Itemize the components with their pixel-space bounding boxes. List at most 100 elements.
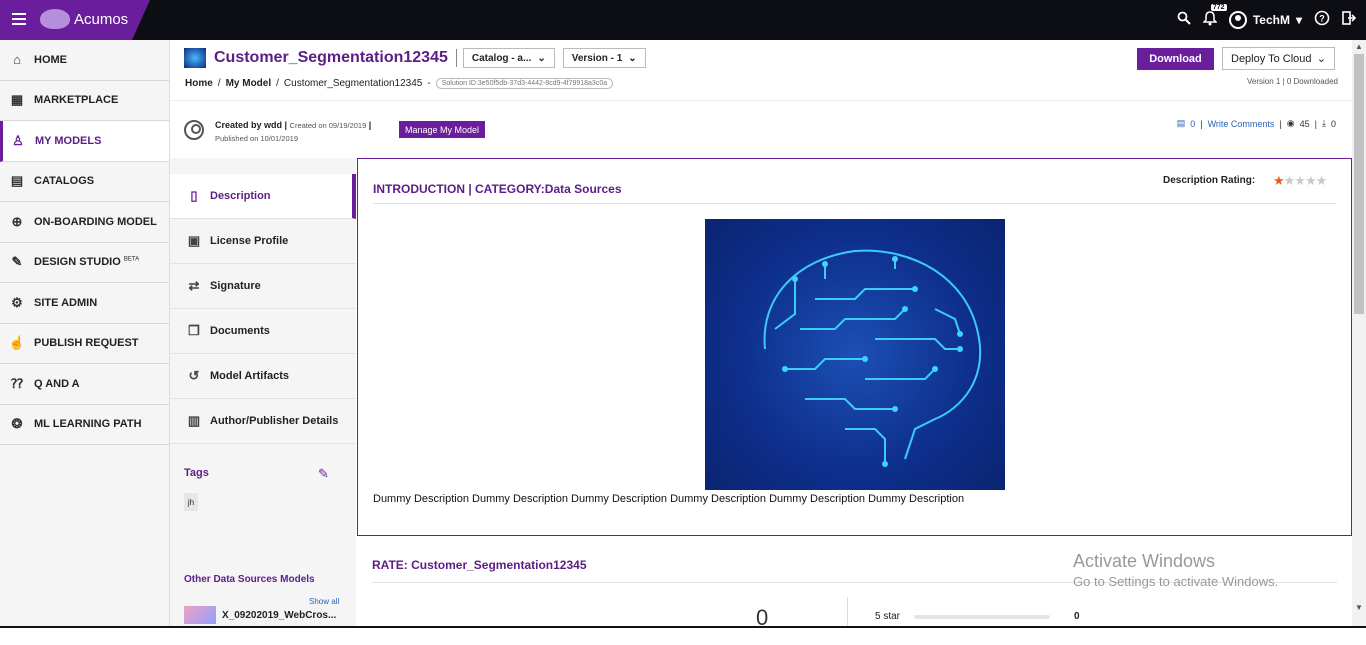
scroll-up-arrow-icon[interactable]: ▲ — [1355, 42, 1363, 51]
beta-badge: BETA — [123, 256, 140, 263]
top-right-controls: 772 TechM ▾ ? — [1177, 0, 1357, 40]
svg-text:?: ? — [1319, 14, 1325, 24]
tab-documents[interactable]: ❐ Documents — [170, 309, 356, 354]
chevron-down-icon: ⌄ — [1316, 53, 1326, 65]
windows-activation-watermark: Activate Windows Go to Settings to activ… — [1073, 551, 1278, 589]
introduction-heading: INTRODUCTION | CATEGORY:Data Sources — [373, 182, 622, 196]
show-all-link[interactable]: Show all — [309, 597, 339, 606]
model-stats: ▤ 0 | Write Comments | ◉ 45 | ⤓ 0 — [1176, 118, 1336, 129]
solution-id-badge: Solution ID:3e50f5db-37d3-4442-8cd9-4f79… — [435, 78, 614, 89]
acumos-logo[interactable]: Acumos — [40, 9, 128, 29]
tab-license-profile[interactable]: ▣ License Profile — [170, 219, 356, 264]
write-comments-link[interactable]: Write Comments — [1208, 119, 1275, 129]
manage-my-model-button[interactable]: Manage My Model — [399, 121, 486, 138]
creator-avatar-icon — [184, 120, 204, 140]
sidebar-item-marketplace[interactable]: ▦ MARKETPLACE — [0, 81, 169, 121]
eye-icon: ◉ — [1286, 118, 1295, 128]
sidebar-item-home[interactable]: ⌂ HOME — [0, 40, 169, 81]
sidebar-item-q-and-a[interactable]: ⁇ Q AND A — [0, 364, 169, 405]
admin-icon: ⚙ — [11, 294, 23, 310]
notification-count-badge: 772 — [1210, 3, 1227, 11]
version-info: Version 1 | 0 Downloaded — [1246, 77, 1338, 86]
logout-icon[interactable] — [1342, 11, 1357, 29]
other-model-thumbnail — [184, 606, 216, 624]
sidebar-item-catalogs[interactable]: ▤ CATALOGS — [0, 162, 169, 202]
tab-label: Signature — [210, 280, 261, 292]
sidebar-item-ml-learning-path[interactable]: ❂ ML LEARNING PATH — [0, 405, 169, 445]
breadcrumb: Home / My Model / Customer_Segmentation123… — [185, 78, 614, 89]
tab-label: Author/Publisher Details — [210, 415, 339, 427]
comment-count[interactable]: 0 — [1190, 119, 1195, 129]
top-bar: Acumos 772 TechM ▾ ? — [0, 0, 1366, 40]
tab-description[interactable]: ▯ Description — [170, 174, 356, 219]
search-icon[interactable] — [1177, 11, 1191, 29]
page-title: Customer_Segmentation12345 — [214, 49, 448, 66]
home-icon: ⌂ — [13, 52, 21, 68]
breadcrumb-current: Customer_Segmentation12345 — [283, 78, 423, 89]
documents-icon: ❐ — [188, 323, 200, 338]
description-text: Dummy Description Dummy Description Dumm… — [373, 493, 965, 505]
person-icon: ♙ — [12, 132, 24, 148]
created-on: Created on 09/19/2019 — [289, 121, 367, 130]
divider — [373, 203, 1336, 204]
store-icon: ▦ — [10, 92, 24, 108]
tab-signature[interactable]: ⇄ Signature — [170, 264, 356, 309]
brand-name: Acumos — [74, 10, 129, 28]
deploy-to-cloud-dropdown[interactable]: Deploy To Cloud ⌄ — [1222, 47, 1335, 70]
chevron-down-icon: ⌄ — [537, 52, 546, 64]
sidebar-item-my-models[interactable]: ♙ MY MODELS — [0, 121, 169, 162]
description-rating-stars[interactable]: ★★★★★ — [1273, 173, 1328, 189]
license-icon: ▣ — [187, 233, 201, 248]
scroll-down-arrow-icon[interactable]: ▼ — [1355, 603, 1363, 612]
tab-label: Model Artifacts — [210, 370, 290, 382]
created-by: Created by wdd | Created on 09/19/2019 | — [215, 120, 372, 130]
sidebar-item-publish-request[interactable]: ☝ PUBLISH REQUEST — [0, 324, 169, 364]
author-icon: ▥ — [187, 413, 201, 428]
publish-icon: ☝ — [8, 335, 26, 351]
tabs-spacer — [170, 158, 356, 174]
user-menu[interactable]: TechM ▾ — [1228, 11, 1302, 29]
scrollbar-thumb[interactable] — [1354, 54, 1364, 314]
hamburger-menu-icon[interactable] — [12, 11, 26, 25]
description-panel: INTRODUCTION | CATEGORY:Data Sources Des… — [357, 158, 1352, 536]
other-model-item[interactable]: X_09202019_WebCros... — [184, 606, 336, 624]
star-icon: ★ — [1273, 173, 1285, 188]
tab-model-artifacts[interactable]: ↺ Model Artifacts — [170, 354, 356, 399]
version-dropdown[interactable]: Version - 1 ⌄ — [562, 48, 646, 68]
vertical-scrollbar[interactable]: ▲ ▼ — [1352, 40, 1366, 626]
circuit-brain-illustration — [763, 249, 982, 467]
sidebar-item-label: PUBLISH REQUEST — [34, 337, 139, 350]
sidebar-item-design-studio[interactable]: ✎ DESIGN STUDIO BETA — [0, 243, 169, 283]
description-rating-label: Description Rating: — [1163, 175, 1256, 186]
sidebar-item-site-admin[interactable]: ⚙ SITE ADMIN — [0, 283, 169, 324]
download-button[interactable]: Download — [1137, 48, 1214, 70]
sidebar-item-label: ML LEARNING PATH — [34, 418, 142, 431]
sidebar-item-label: SITE ADMIN — [34, 296, 98, 309]
star-level-bar — [914, 614, 1051, 619]
breadcrumb-my-model[interactable]: My Model — [226, 78, 272, 89]
sidebar-item-label: HOME — [34, 53, 67, 66]
help-icon[interactable]: ? — [1314, 10, 1330, 30]
created-by-text: Created by wdd — [215, 120, 283, 130]
tab-label: Documents — [210, 325, 270, 337]
catalog-dropdown[interactable]: Catalog - a... ⌄ — [462, 48, 555, 68]
user-avatar-icon — [1228, 11, 1247, 29]
history-icon: ↺ — [188, 368, 200, 383]
star-icon: ★★★★ — [1283, 173, 1328, 188]
watermark-title: Activate Windows — [1073, 551, 1216, 571]
model-meta: Created by wdd | Created on 09/19/2019 |… — [170, 100, 1352, 146]
sidebar-item-label: MY MODELS — [35, 134, 102, 147]
tag-chip[interactable]: jh — [184, 493, 198, 511]
sidebar-item-onboarding-model[interactable]: ⊕ ON-BOARDING MODEL — [0, 202, 169, 243]
breadcrumb-home[interactable]: Home — [185, 78, 213, 89]
bottom-edge — [0, 626, 1366, 645]
catalog-icon: ▤ — [10, 173, 24, 189]
edit-tags-icon[interactable]: ✎ — [318, 466, 329, 482]
sidebar-item-label: CATALOGS — [34, 175, 95, 188]
other-models-header: Other Data Sources Models — [184, 574, 315, 585]
tab-author-publisher-details[interactable]: ▥ Author/Publisher Details — [170, 399, 356, 444]
star-level-count: 0 — [1074, 611, 1080, 622]
download-icon: ⤓ — [1322, 118, 1326, 128]
notification-bell-icon[interactable]: 772 — [1202, 3, 1227, 30]
published-on: Published on 10/01/2019 — [215, 134, 298, 143]
